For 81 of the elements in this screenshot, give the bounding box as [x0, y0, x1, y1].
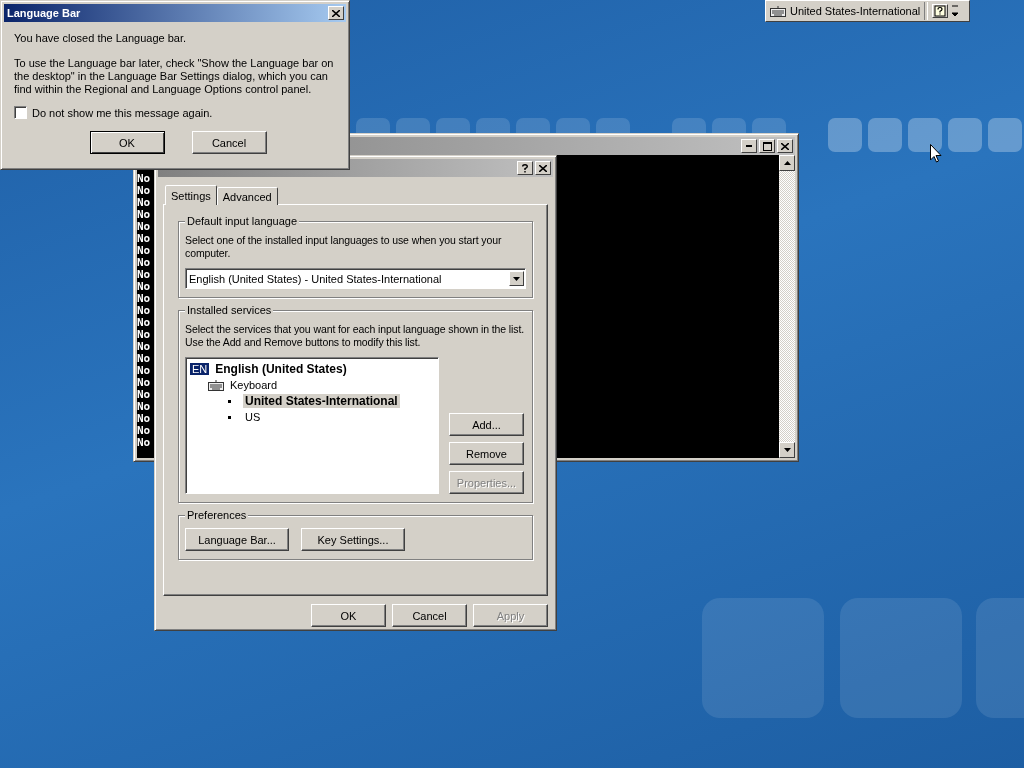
- window-title: Language Bar: [7, 7, 82, 19]
- options-icon[interactable]: [952, 4, 959, 18]
- console-text: No: [137, 197, 151, 209]
- scroll-bar[interactable]: [779, 155, 795, 458]
- group-title: Preferences: [185, 509, 249, 521]
- keyboard-layout-label[interactable]: United States-International: [790, 5, 921, 17]
- dialog-button[interactable]: OK: [89, 131, 165, 154]
- bullet-icon: [228, 415, 231, 419]
- language-dropdown[interactable]: English (United States) - United States-International: [185, 268, 526, 289]
- console-text: No: [137, 389, 151, 401]
- close-icon: [539, 164, 547, 172]
- dialog-button[interactable]: Cancel: [392, 604, 467, 627]
- scroll-up-button[interactable]: [779, 155, 795, 171]
- console-text: No: [137, 437, 151, 449]
- tree-item[interactable]: US: [243, 411, 263, 423]
- action-button[interactable]: Remove: [449, 442, 524, 465]
- wallpaper-tile: [948, 118, 982, 152]
- console-text: No: [137, 425, 151, 437]
- wallpaper-tile: [868, 118, 902, 152]
- minimize-icon: [746, 145, 752, 147]
- action-button[interactable]: Add...: [449, 413, 524, 436]
- console-text: No: [137, 233, 151, 245]
- down-arrow-icon: [783, 448, 791, 452]
- help-icon: [522, 163, 528, 173]
- dialog-button[interactable]: OK: [311, 604, 386, 627]
- console-text: No: [137, 245, 151, 257]
- dialog-button[interactable]: Cancel: [191, 131, 267, 154]
- help-icon: [934, 5, 947, 17]
- wallpaper-tile: [908, 118, 942, 152]
- preference-button[interactable]: Language Bar...: [185, 528, 289, 551]
- group-title: Default input language: [185, 215, 300, 227]
- close-icon: [332, 9, 340, 17]
- console-text: No: [137, 185, 151, 197]
- console-text: No: [137, 257, 151, 269]
- keyboard-icon: [208, 379, 224, 391]
- console-text: No: [137, 401, 151, 413]
- console-text: No: [137, 365, 151, 377]
- tab[interactable]: Settings: [165, 185, 217, 205]
- console-text: No: [137, 353, 151, 365]
- wallpaper-tile: [988, 118, 1022, 152]
- console-text: No: [137, 329, 151, 341]
- console-text: No: [137, 341, 151, 353]
- maximize-button[interactable]: [759, 139, 775, 153]
- console-text: No: [137, 293, 151, 305]
- description-text: Select one of the installed input languages to use when you start your computer.: [185, 234, 503, 260]
- tab[interactable]: Advanced: [216, 187, 278, 205]
- console-text: No: [137, 305, 151, 317]
- console-text: No: [137, 377, 151, 389]
- tree-item[interactable]: English (United States): [213, 362, 349, 376]
- message-text: You have closed the Language bar.: [14, 32, 188, 45]
- language-badge: EN: [190, 363, 210, 375]
- close-button[interactable]: [328, 6, 344, 20]
- description-text: Select the services that you want for each input language shown in the list. Use the Add and Remove buttons to modify this list.: [185, 323, 526, 349]
- mouse-pointer-icon: [930, 144, 942, 163]
- up-arrow-icon: [783, 161, 791, 165]
- help-button[interactable]: [517, 161, 533, 175]
- preference-button[interactable]: Key Settings...: [301, 528, 405, 551]
- instructions-text: To use the Language bar later, check "Show the Language bar on the desktop" in the Language Bar Settings dialog, which you can find within the Regional and Language Options control panel.: [14, 57, 335, 96]
- scroll-down-button[interactable]: [779, 442, 795, 458]
- bullet-icon: [228, 399, 231, 403]
- console-text: No: [137, 209, 151, 221]
- console-text: No: [137, 317, 151, 329]
- checkbox-label[interactable]: Do not show me this message again.: [32, 106, 213, 119]
- console-text: No: [137, 173, 151, 185]
- console-text: No: [137, 221, 151, 233]
- dropdown-arrow-icon: [513, 276, 520, 281]
- console-text: No: [137, 281, 151, 293]
- help-button[interactable]: [932, 4, 949, 18]
- console-text: No: [137, 413, 151, 425]
- keyboard-icon: [770, 5, 786, 17]
- console-text: No: [137, 269, 151, 281]
- wallpaper-tile: [828, 118, 862, 152]
- group-title: Installed services: [185, 304, 274, 316]
- close-button[interactable]: [777, 139, 793, 153]
- checkbox[interactable]: [14, 106, 27, 119]
- close-icon: [781, 142, 789, 150]
- tree-item[interactable]: United States-International: [243, 394, 400, 408]
- close-button[interactable]: [535, 161, 551, 175]
- tree-item[interactable]: Keyboard: [228, 379, 280, 391]
- minimize-button[interactable]: [741, 139, 757, 153]
- maximize-icon: [762, 141, 772, 151]
